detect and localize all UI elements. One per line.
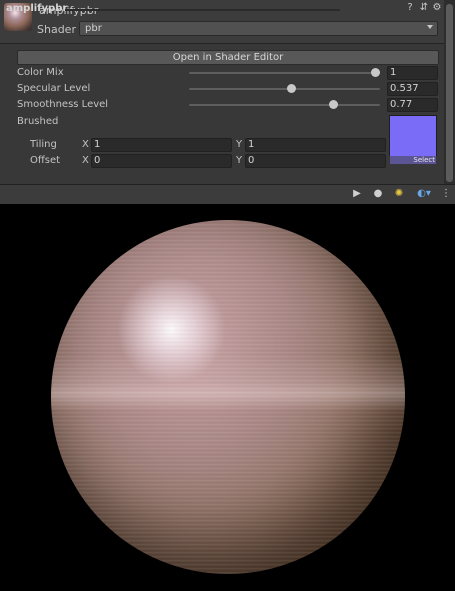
specular-level-slider-thumb[interactable] bbox=[286, 84, 296, 93]
smoothness-level-label: Smoothness Level bbox=[17, 99, 109, 110]
preview-toolbar bbox=[0, 184, 455, 205]
smoothness-level-field[interactable]: 0.77 bbox=[387, 98, 438, 112]
texture-select-button[interactable]: Select bbox=[389, 156, 437, 165]
tiling-x-label: X bbox=[82, 139, 89, 150]
specular-level-slider[interactable] bbox=[189, 88, 380, 90]
offset-x-field[interactable]: 0 bbox=[91, 154, 232, 168]
offset-y-label: Y bbox=[236, 155, 243, 166]
light-icon[interactable]: ✺ bbox=[392, 187, 406, 200]
help-icon[interactable]: ? bbox=[405, 3, 415, 13]
tiling-y-label: Y bbox=[236, 139, 243, 150]
sphere-brush-lines bbox=[51, 220, 405, 574]
shader-value: pbr bbox=[85, 23, 102, 34]
menu-icon[interactable]: ⋮ bbox=[441, 187, 451, 200]
background-sphere-icon[interactable]: ◐▾ bbox=[413, 187, 435, 200]
shader-label: Shader bbox=[37, 23, 76, 36]
brushed-label: Brushed bbox=[17, 116, 59, 127]
preview-title: amplifypbr bbox=[6, 3, 68, 14]
smoothness-level-slider[interactable] bbox=[189, 104, 380, 106]
shader-dropdown[interactable]: pbr bbox=[79, 21, 438, 36]
play-icon[interactable]: ▶ bbox=[351, 187, 363, 200]
tiling-x-field[interactable]: 1 bbox=[91, 138, 232, 152]
sphere-mesh-icon[interactable]: ● bbox=[371, 187, 385, 200]
chevron-down-icon bbox=[427, 25, 433, 29]
preview-drag-handle[interactable] bbox=[65, 9, 340, 11]
sliders-icon[interactable]: ⇵ bbox=[419, 3, 429, 13]
color-mix-slider-thumb[interactable] bbox=[371, 68, 380, 77]
offset-y-field[interactable]: 0 bbox=[245, 154, 386, 168]
specular-level-label: Specular Level bbox=[17, 83, 91, 94]
scrollbar-thumb[interactable] bbox=[446, 4, 453, 182]
tiling-label: Tiling bbox=[30, 139, 57, 150]
color-mix-field[interactable]: 1 bbox=[387, 66, 438, 80]
color-mix-slider[interactable] bbox=[189, 72, 380, 74]
smoothness-level-slider-thumb[interactable] bbox=[329, 100, 339, 109]
offset-label: Offset bbox=[30, 155, 61, 166]
specular-level-field[interactable]: 0.537 bbox=[387, 82, 438, 96]
color-mix-label: Color Mix bbox=[17, 67, 64, 78]
offset-x-label: X bbox=[82, 155, 89, 166]
open-shader-editor-button[interactable]: Open in Shader Editor bbox=[17, 50, 439, 65]
tiling-y-field[interactable]: 1 bbox=[245, 138, 386, 152]
gear-icon[interactable]: ⚙ bbox=[432, 3, 442, 13]
